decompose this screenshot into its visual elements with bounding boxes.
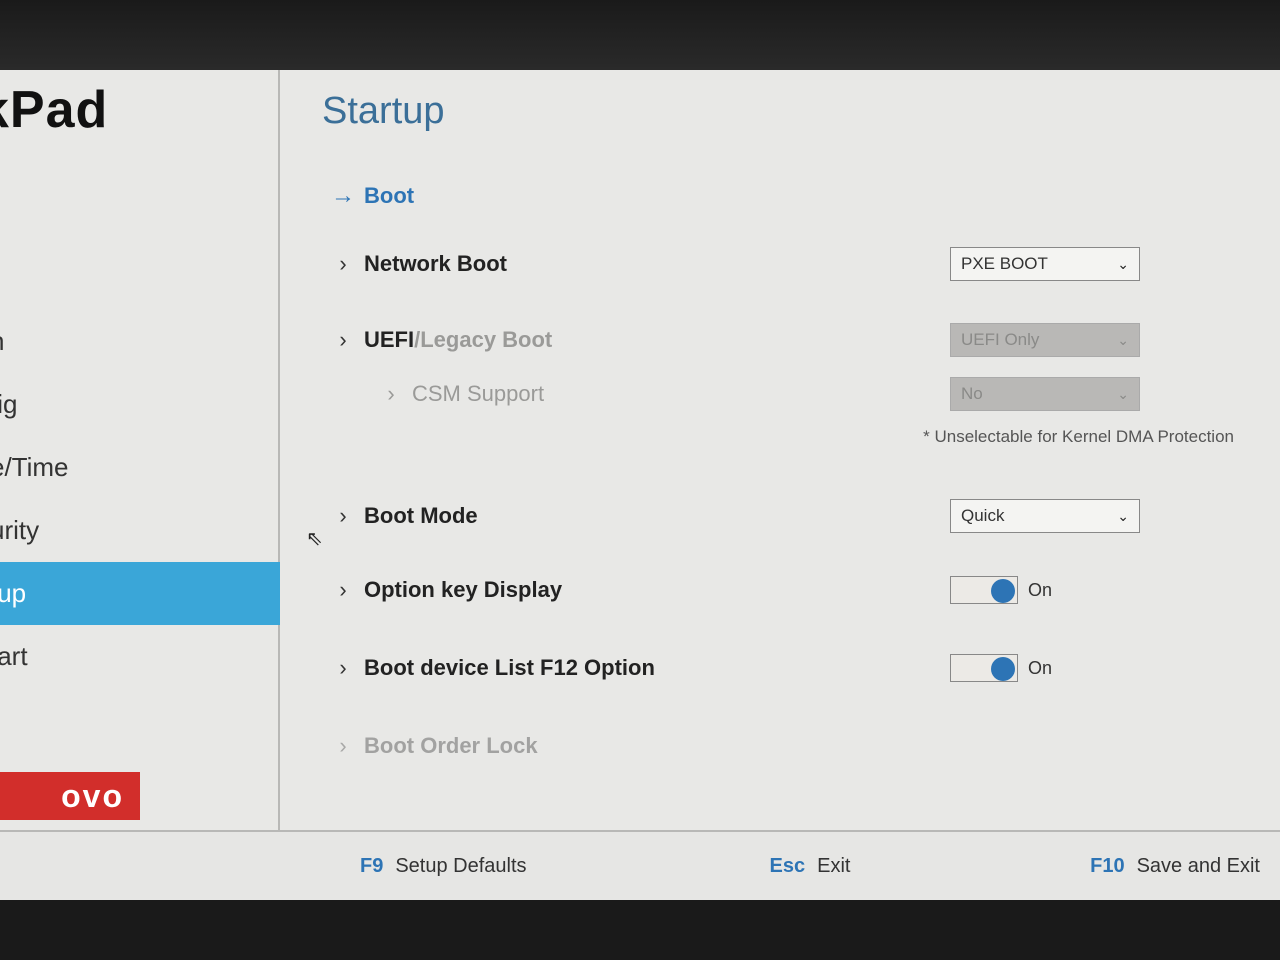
dma-protection-note: * Unselectable for Kernel DMA Protection	[322, 427, 1240, 447]
sidebar-item-startup[interactable]: tup	[0, 562, 280, 625]
main-panel: Startup → Boot › Network Boot PXE BOOT ⌄…	[282, 70, 1280, 830]
toggle-knob	[991, 657, 1015, 681]
f9-label[interactable]: Setup Defaults	[395, 855, 526, 878]
boot-mode-select[interactable]: Quick ⌄	[950, 499, 1140, 533]
network-boot-label: Network Boot	[364, 251, 950, 277]
row-csm-support: › CSM Support No ⌄	[322, 367, 1240, 421]
row-option-key-display[interactable]: › Option key Display On	[322, 563, 1240, 617]
bezel-bottom	[0, 900, 1280, 960]
sidebar: kPad n fig e/Time urity tup tart ovo	[0, 70, 280, 830]
sidebar-item-datetime[interactable]: e/Time	[0, 436, 278, 499]
sidebar-nav: n fig e/Time urity tup tart	[0, 310, 278, 688]
chevron-right-icon: ›	[370, 381, 412, 407]
row-network-boot[interactable]: › Network Boot PXE BOOT ⌄	[322, 237, 1240, 291]
row-uefi-legacy[interactable]: › UEFI/Legacy Boot UEFI Only ⌄	[322, 313, 1240, 367]
sidebar-item-restart[interactable]: tart	[0, 625, 278, 688]
boot-device-f12-state: On	[1028, 658, 1052, 679]
option-key-display-label: Option key Display	[364, 577, 950, 603]
csm-support-value: No	[961, 384, 983, 404]
chevron-right-icon: ›	[322, 733, 364, 759]
chevron-down-icon: ⌄	[1117, 256, 1129, 273]
arrow-right-icon: →	[322, 182, 364, 210]
f9-key[interactable]: F9	[360, 855, 383, 878]
boot-mode-value: Quick	[961, 506, 1004, 526]
chevron-down-icon: ⌄	[1117, 508, 1129, 525]
sidebar-item-main[interactable]: n	[0, 310, 278, 373]
row-boot-mode[interactable]: › Boot Mode Quick ⌄	[322, 489, 1240, 543]
option-key-display-toggle[interactable]	[950, 576, 1018, 604]
toggle-knob	[991, 579, 1015, 603]
uefi-legacy-select: UEFI Only ⌄	[950, 323, 1140, 357]
vendor-badge: ovo	[0, 772, 140, 820]
boot-order-lock-label: Boot Order Lock	[364, 733, 1240, 759]
bezel-top	[0, 0, 1280, 70]
chevron-right-icon: ›	[322, 655, 364, 681]
boot-label: Boot	[364, 183, 1240, 209]
chevron-right-icon: ›	[322, 251, 364, 277]
boot-device-f12-toggle[interactable]	[950, 654, 1018, 682]
brand-logo: kPad	[0, 70, 278, 170]
csm-support-select: No ⌄	[950, 377, 1140, 411]
sidebar-item-security[interactable]: urity	[0, 499, 278, 562]
chevron-right-icon: ›	[322, 577, 364, 603]
esc-label[interactable]: Exit	[817, 855, 850, 878]
sidebar-item-config[interactable]: fig	[0, 373, 278, 436]
boot-mode-label: Boot Mode	[364, 503, 950, 529]
chevron-right-icon: ›	[322, 503, 364, 529]
network-boot-value: PXE BOOT	[961, 254, 1048, 274]
f10-key[interactable]: F10	[1090, 855, 1124, 878]
chevron-down-icon: ⌄	[1117, 386, 1129, 403]
uefi-legacy-label: UEFI/Legacy Boot	[364, 327, 950, 353]
row-boot-order-lock[interactable]: › Boot Order Lock	[322, 719, 1240, 773]
f10-label[interactable]: Save and Exit	[1137, 855, 1260, 878]
uefi-legacy-value: UEFI Only	[961, 330, 1039, 350]
row-boot[interactable]: → Boot	[322, 169, 1240, 223]
page-title: Startup	[322, 90, 1240, 133]
row-boot-device-f12[interactable]: › Boot device List F12 Option On	[322, 641, 1240, 695]
footer-bar: F9 Setup Defaults Esc Exit F10 Save and …	[0, 830, 1280, 900]
esc-key[interactable]: Esc	[770, 855, 806, 878]
network-boot-select[interactable]: PXE BOOT ⌄	[950, 247, 1140, 281]
chevron-down-icon: ⌄	[1117, 332, 1129, 349]
csm-support-label: CSM Support	[412, 381, 950, 407]
boot-device-f12-label: Boot device List F12 Option	[364, 655, 950, 681]
chevron-right-icon: ›	[322, 327, 364, 353]
option-key-display-state: On	[1028, 580, 1052, 601]
